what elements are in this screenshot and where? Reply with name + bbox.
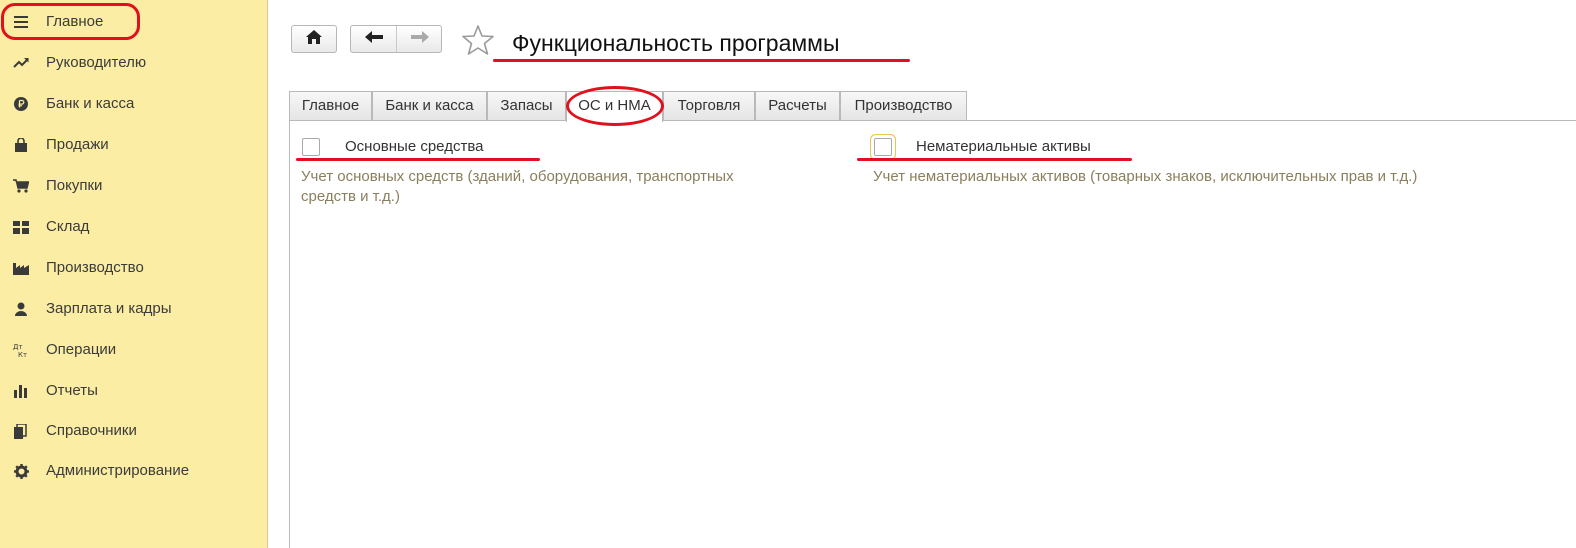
person-icon bbox=[12, 300, 30, 318]
sidebar-item-label: Покупки bbox=[46, 177, 103, 194]
intangible-assets-description: Учет нематериальных активов (товарных зн… bbox=[873, 168, 1418, 185]
fixed-assets-description: Учет основных средств (зданий, оборудова… bbox=[301, 168, 734, 205]
svg-text:Дт: Дт bbox=[13, 343, 23, 351]
sidebar-item-bank[interactable]: Банк и касса bbox=[0, 86, 268, 122]
star-icon bbox=[462, 25, 494, 59]
sidebar-item-label: Отчеты bbox=[46, 382, 98, 399]
sidebar-item-label: Склад bbox=[46, 218, 90, 235]
svg-text:Кт: Кт bbox=[18, 351, 27, 358]
sidebar-item-manager[interactable]: Руководителю bbox=[0, 45, 268, 81]
intangible-assets-label[interactable]: Нематериальные активы bbox=[916, 138, 1091, 156]
arrow-left-icon bbox=[365, 30, 383, 48]
sidebar-item-references[interactable]: Справочники bbox=[0, 413, 268, 449]
home-button[interactable] bbox=[291, 25, 337, 53]
factory-icon bbox=[12, 259, 30, 277]
sidebar-item-label: Администрирование bbox=[46, 462, 190, 479]
sidebar-item-purchases[interactable]: Покупки bbox=[0, 168, 268, 204]
sidebar-item-label: Главное bbox=[46, 13, 104, 30]
arrow-right-icon bbox=[411, 30, 429, 48]
back-button[interactable] bbox=[351, 26, 397, 52]
sidebar-item-reports[interactable]: Отчеты bbox=[0, 373, 268, 409]
sidebar: Главное Руководителю Банк и касса Продаж… bbox=[0, 0, 268, 548]
tab-panel-border bbox=[289, 120, 1576, 121]
tab-production[interactable]: Производство bbox=[840, 91, 967, 121]
sidebar-item-production[interactable]: Производство bbox=[0, 250, 268, 286]
fixed-assets-label[interactable]: Основные средства bbox=[345, 138, 483, 156]
sidebar-item-label: Производство bbox=[46, 259, 144, 276]
tab-fixed-intangible-assets[interactable]: ОС и НМА bbox=[566, 91, 663, 122]
page-title: Функциональность программы bbox=[512, 30, 840, 56]
bar-chart-icon bbox=[12, 382, 30, 400]
sidebar-item-label: Операции bbox=[46, 341, 117, 358]
history-nav bbox=[350, 25, 442, 53]
sidebar-item-salary[interactable]: Зарплата и кадры bbox=[0, 291, 268, 327]
home-icon bbox=[306, 29, 322, 49]
annotation-underline-title bbox=[493, 59, 910, 62]
forward-button[interactable] bbox=[397, 26, 441, 52]
menu-icon bbox=[12, 13, 30, 31]
sidebar-item-sales[interactable]: Продажи bbox=[0, 127, 268, 163]
sidebar-item-label: Банк и касса bbox=[46, 95, 135, 112]
sidebar-item-warehouse[interactable]: Склад bbox=[0, 209, 268, 245]
sidebar-item-label: Зарплата и кадры bbox=[46, 300, 172, 317]
trend-icon bbox=[12, 54, 30, 72]
intangible-assets-checkbox[interactable] bbox=[874, 138, 892, 156]
favorite-button[interactable] bbox=[462, 25, 494, 55]
sidebar-item-label: Руководителю bbox=[46, 54, 147, 71]
tab-main[interactable]: Главное bbox=[289, 91, 372, 121]
sidebar-item-label: Справочники bbox=[46, 422, 137, 439]
dt-kt-icon: Дт Кт bbox=[12, 341, 30, 359]
annotation-underline-intangible-assets bbox=[857, 158, 1132, 161]
bag-icon bbox=[12, 136, 30, 154]
fixed-assets-checkbox[interactable] bbox=[302, 138, 320, 156]
sidebar-item-administration[interactable]: Администрирование bbox=[0, 453, 268, 489]
content-panel-border bbox=[289, 120, 290, 548]
gear-icon bbox=[12, 462, 30, 480]
tab-inventory[interactable]: Запасы bbox=[487, 91, 566, 121]
tab-settlements[interactable]: Расчеты bbox=[755, 91, 840, 121]
sidebar-item-label: Продажи bbox=[46, 136, 109, 153]
tab-bank[interactable]: Банк и касса bbox=[372, 91, 487, 121]
cart-icon bbox=[12, 177, 30, 195]
tab-trade[interactable]: Торговля bbox=[663, 91, 755, 121]
sidebar-item-operations[interactable]: Дт Кт Операции bbox=[0, 332, 268, 368]
sidebar-item-main[interactable]: Главное bbox=[0, 4, 268, 40]
annotation-underline-fixed-assets bbox=[296, 158, 540, 161]
books-icon bbox=[12, 422, 30, 440]
warehouse-icon bbox=[12, 218, 30, 236]
ruble-icon bbox=[12, 95, 30, 113]
